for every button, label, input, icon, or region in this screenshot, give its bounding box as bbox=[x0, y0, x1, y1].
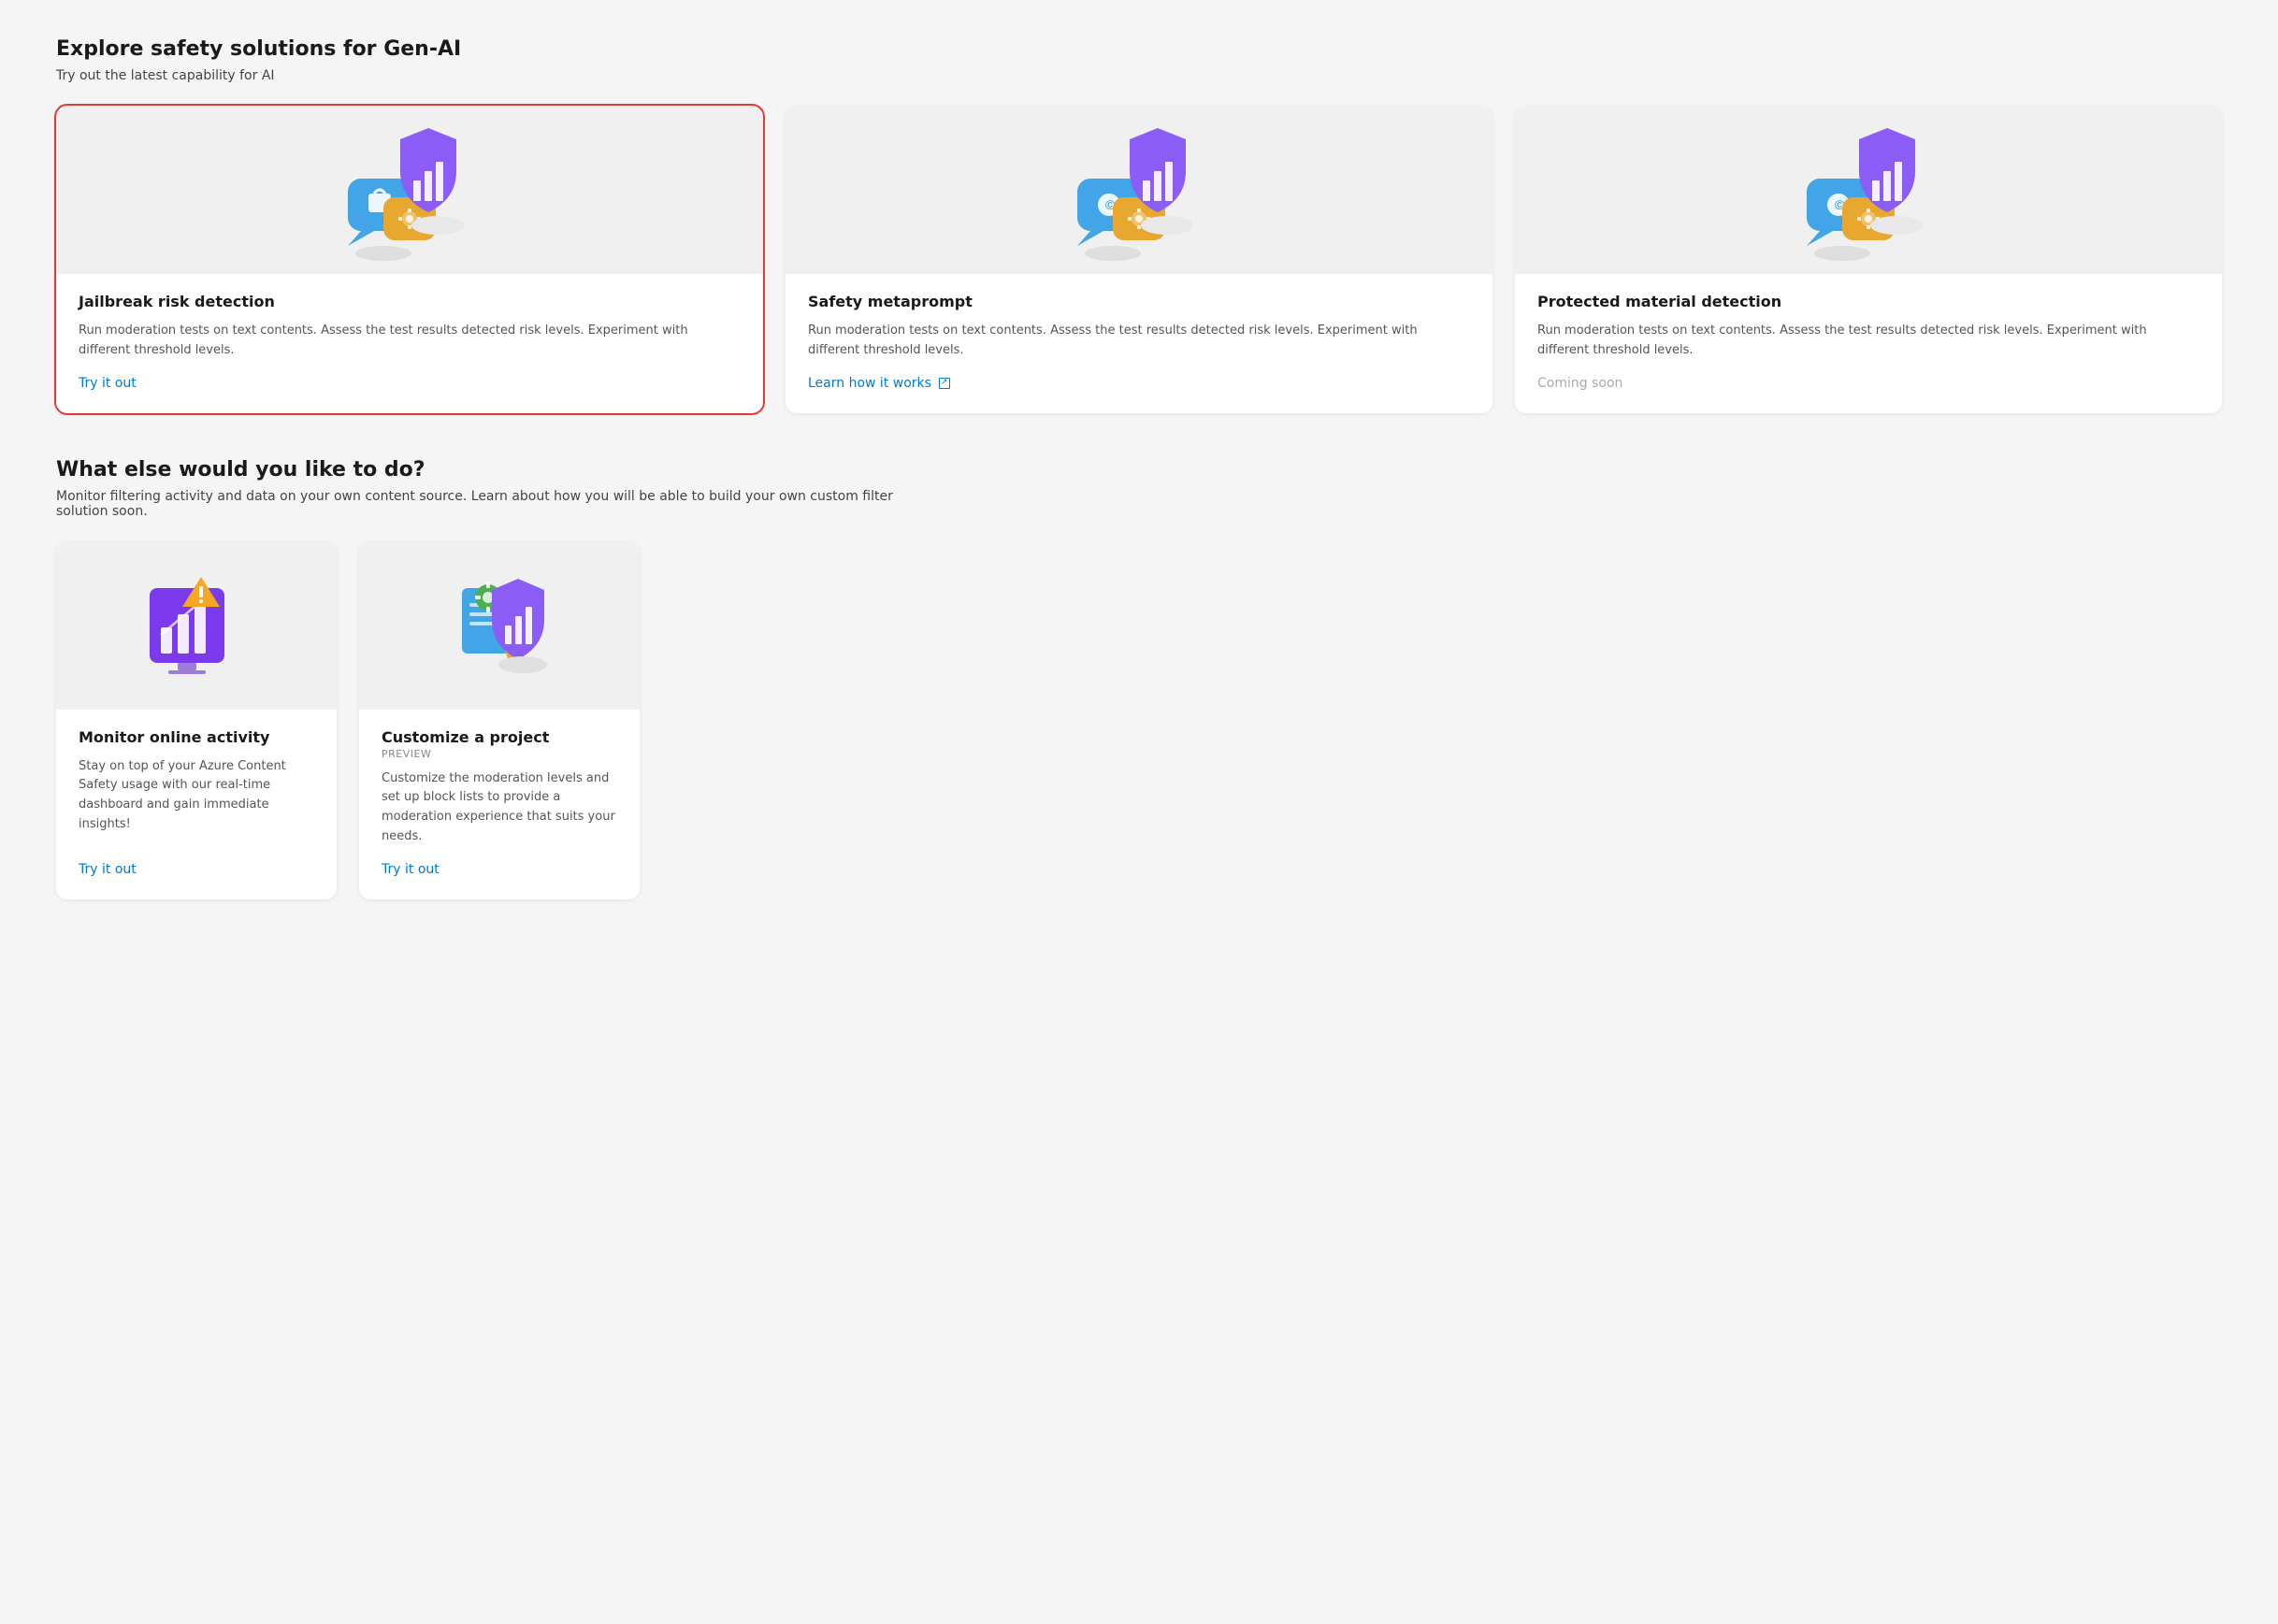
card-jailbreak-desc: Run moderation tests on text contents. A… bbox=[79, 322, 741, 361]
card-customize-title: Customize a project bbox=[382, 728, 617, 746]
external-link-icon bbox=[939, 378, 950, 389]
section2-title: What else would you like to do? bbox=[56, 458, 2222, 481]
card-protected-material-body: Protected material detection Run moderat… bbox=[1515, 274, 2222, 413]
section2-cards: Monitor online activity Stay on top of y… bbox=[56, 541, 655, 899]
card-protected-material-image: © bbox=[1515, 106, 2222, 274]
card-safety-metaprompt-link[interactable]: Learn how it works bbox=[808, 376, 1470, 391]
learn-link-label: Learn how it works bbox=[808, 376, 931, 391]
card-monitor-desc: Stay on top of your Azure Content Safety… bbox=[79, 757, 314, 847]
card-customize-link[interactable]: Try it out bbox=[382, 862, 617, 877]
card-protected-material-link: Coming soon bbox=[1537, 376, 2199, 391]
card-protected-material-title: Protected material detection bbox=[1537, 293, 2199, 310]
section1-cards: Jailbreak risk detection Run moderation … bbox=[56, 106, 2222, 413]
card-monitor-image bbox=[56, 541, 337, 710]
card-monitor-link[interactable]: Try it out bbox=[79, 862, 314, 877]
card-safety-metaprompt[interactable]: © Safety metaprompt Run moderation tests… bbox=[786, 106, 1492, 413]
card-jailbreak[interactable]: Jailbreak risk detection Run moderation … bbox=[56, 106, 763, 413]
card-monitor[interactable]: Monitor online activity Stay on top of y… bbox=[56, 541, 337, 899]
card-safety-metaprompt-body: Safety metaprompt Run moderation tests o… bbox=[786, 274, 1492, 413]
card-customize[interactable]: Customize a project PREVIEW Customize th… bbox=[359, 541, 640, 899]
card-customize-body: Customize a project PREVIEW Customize th… bbox=[359, 710, 640, 899]
card-customize-image bbox=[359, 541, 640, 710]
card-protected-material-desc: Run moderation tests on text contents. A… bbox=[1537, 322, 2199, 361]
card-monitor-title: Monitor online activity bbox=[79, 728, 314, 746]
card-jailbreak-body: Jailbreak risk detection Run moderation … bbox=[56, 274, 763, 413]
card-customize-desc: Customize the moderation levels and set … bbox=[382, 769, 617, 847]
card-customize-badge: PREVIEW bbox=[382, 748, 617, 760]
section1-title: Explore safety solutions for Gen-AI bbox=[56, 37, 2222, 61]
card-jailbreak-link[interactable]: Try it out bbox=[79, 376, 741, 391]
card-protected-material[interactable]: © Protected material detection Run moder… bbox=[1515, 106, 2222, 413]
card-jailbreak-title: Jailbreak risk detection bbox=[79, 293, 741, 310]
card-safety-metaprompt-image: © bbox=[786, 106, 1492, 274]
card-safety-metaprompt-desc: Run moderation tests on text contents. A… bbox=[808, 322, 1470, 361]
section1-subtitle: Try out the latest capability for AI bbox=[56, 68, 2222, 83]
card-jailbreak-image bbox=[56, 106, 763, 274]
card-safety-metaprompt-title: Safety metaprompt bbox=[808, 293, 1470, 310]
section2-subtitle: Monitor filtering activity and data on y… bbox=[56, 489, 898, 519]
card-monitor-body: Monitor online activity Stay on top of y… bbox=[56, 710, 337, 899]
